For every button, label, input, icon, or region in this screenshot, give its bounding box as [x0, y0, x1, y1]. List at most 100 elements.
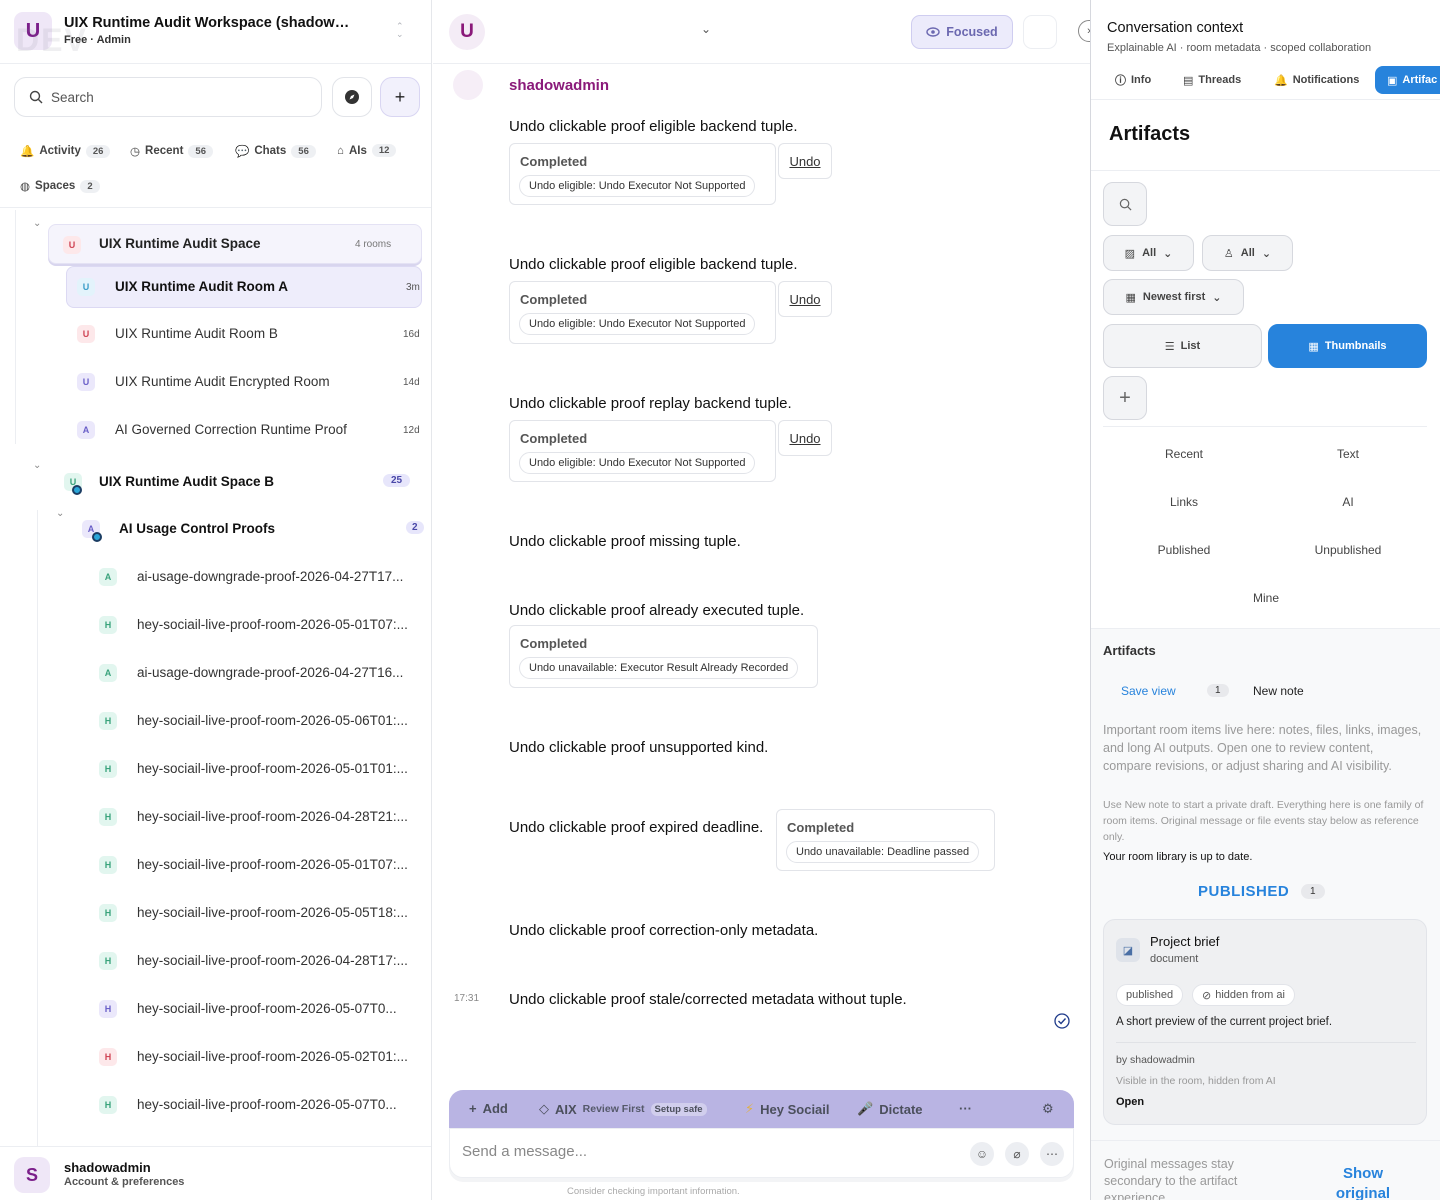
- room-item[interactable]: Hhey-sociail-live-proof-room-2026-05-02T…: [0, 1037, 431, 1077]
- filter-chip-recent[interactable]: Recent: [1124, 447, 1244, 461]
- open-artifact-button[interactable]: Open: [1116, 1096, 1144, 1108]
- message-text: Undo clickable proof expired deadline.: [509, 819, 764, 836]
- filter-count: 2: [80, 179, 100, 193]
- room-item[interactable]: Hhey-sociail-live-proof-room-2026-05-01T…: [0, 605, 431, 645]
- room-item[interactable]: Aai-usage-downgrade-proof-2026-04-27T17.…: [0, 557, 431, 597]
- chevron-up-down-icon[interactable]: ⌃ ⌄: [396, 22, 404, 39]
- aix-label: AIX: [555, 1101, 577, 1117]
- undo-button[interactable]: Undo: [778, 143, 832, 179]
- new-note-button[interactable]: New note: [1253, 684, 1304, 698]
- artifact-card-project-brief[interactable]: ◪ Project brief document published ⊘ hidd…: [1103, 919, 1427, 1125]
- room-item[interactable]: Hhey-sociail-live-proof-room-2026-04-28T…: [0, 797, 431, 837]
- dictate-button[interactable]: 🎤 Dictate: [857, 1101, 923, 1117]
- emoji-icon[interactable]: ☺: [970, 1142, 994, 1166]
- artifact-search-button[interactable]: [1103, 182, 1147, 226]
- type-filter-dropdown[interactable]: ▨ All ⌄: [1103, 235, 1194, 271]
- tab-artifacts[interactable]: ▣ Artifac: [1375, 66, 1440, 94]
- room-label: AI Governed Correction Runtime Proof: [115, 422, 347, 437]
- filter-chip-links[interactable]: Links: [1124, 495, 1244, 509]
- room-item-room-b[interactable]: U UIX Runtime Audit Room B 16d: [0, 314, 431, 354]
- filter-tab-recent[interactable]: ◷ Recent 56: [130, 144, 213, 158]
- undo-button[interactable]: Undo: [778, 420, 832, 456]
- gear-icon[interactable]: ⚙: [1042, 1101, 1054, 1117]
- tab-threads[interactable]: ▤ Threads: [1183, 66, 1241, 94]
- room-item[interactable]: Hhey-sociail-live-proof-room-2026-05-01T…: [0, 749, 431, 789]
- shield-icon: ◇: [539, 1101, 549, 1116]
- room-item[interactable]: Hhey-sociail-live-proof-room-2026-05-05T…: [0, 893, 431, 933]
- filter-chip-unpublished[interactable]: Unpublished: [1288, 543, 1408, 557]
- status-badge: Undo eligible: Undo Executor Not Support…: [519, 313, 756, 335]
- filter-chip-mine[interactable]: Mine: [1206, 591, 1326, 605]
- filter-chip-ai[interactable]: AI: [1288, 495, 1408, 509]
- subspace-item-ai-usage[interactable]: A AI Usage Control Proofs: [0, 509, 431, 549]
- status-badge: Undo unavailable: Executor Result Alread…: [519, 657, 799, 679]
- attachment-icon[interactable]: ⌀: [1005, 1142, 1029, 1166]
- filter-tab-activity[interactable]: 🔔 Activity 26: [20, 144, 111, 158]
- focused-mode-button[interactable]: Focused: [911, 15, 1013, 49]
- room-avatar: H: [99, 616, 117, 634]
- workspace-plan: Free · Admin: [64, 34, 131, 46]
- room-item[interactable]: Hhey-sociail-live-proof-room-2026-05-01T…: [0, 845, 431, 885]
- room-item-encrypted-room[interactable]: U UIX Runtime Audit Encrypted Room 14d: [0, 362, 431, 402]
- more-options-button[interactable]: ···: [959, 1101, 972, 1116]
- account-preferences-link[interactable]: Account & preferences: [64, 1176, 184, 1188]
- filter-tab-chats[interactable]: 💬 Chats 56: [235, 144, 316, 158]
- filter-tab-ais[interactable]: ⌂ AIs 12: [337, 144, 397, 157]
- search-field[interactable]: [14, 77, 322, 117]
- artifact-visibility: Visible in the room, hidden from AI: [1116, 1075, 1276, 1087]
- action-status-card: Completed Undo eligible: Undo Executor No…: [509, 281, 776, 344]
- undo-button[interactable]: Undo: [778, 281, 832, 317]
- search-icon: [1119, 198, 1131, 210]
- user-footer[interactable]: S shadowadmin Account & preferences: [0, 1146, 431, 1200]
- aix-review-button[interactable]: ◇ AIX Review First Setup safe: [539, 1101, 707, 1117]
- online-dot-icon: [72, 485, 82, 495]
- room-item[interactable]: Aai-usage-downgrade-proof-2026-04-27T16.…: [0, 653, 431, 693]
- room-item[interactable]: Hhey-sociail-live-proof-room-2026-05-07T…: [0, 989, 431, 1029]
- filter-label: AIs: [348, 144, 367, 157]
- hey-sociail-button[interactable]: ⚡ Hey Sociail: [745, 1101, 830, 1117]
- space-room-count: 4 rooms: [355, 239, 392, 250]
- room-item[interactable]: Hhey-sociail-live-proof-room-2026-05-07T…: [0, 1085, 431, 1125]
- new-chat-button[interactable]: +: [380, 77, 420, 117]
- view-list-button[interactable]: ☰ List: [1103, 324, 1262, 368]
- status-title: Completed: [520, 154, 588, 169]
- add-button[interactable]: + Add: [469, 1101, 508, 1116]
- message-input[interactable]: [462, 1143, 942, 1160]
- sort-dropdown[interactable]: ▦ Newest first ⌄: [1103, 279, 1244, 315]
- info-icon: ⓘ: [1115, 75, 1126, 87]
- space-item-uix-runtime-audit-space[interactable]: U UIX Runtime Audit Space 4 rooms: [48, 224, 422, 264]
- artifact-preview: A short preview of the current project b…: [1116, 1016, 1333, 1028]
- message-text: Undo clickable proof stale/corrected met…: [509, 991, 907, 1008]
- filter-chip-text[interactable]: Text: [1288, 447, 1408, 461]
- original-messages-note: Original messages stay secondary to the …: [1104, 1157, 1238, 1200]
- workspace-header[interactable]: U DEV UIX Runtime Audit Workspace (shado…: [0, 0, 431, 64]
- space-item-space-b[interactable]: U UIX Runtime Audit Space B: [0, 462, 431, 502]
- show-original-button[interactable]: Show original: [1335, 1164, 1391, 1200]
- more-icon[interactable]: ⋯: [1040, 1142, 1064, 1166]
- owner-filter-dropdown[interactable]: ♙ All ⌄: [1202, 235, 1293, 271]
- message-text: Undo clickable proof missing tuple.: [509, 533, 741, 550]
- room-item[interactable]: Hhey-sociail-live-proof-room-2026-05-06T…: [0, 701, 431, 741]
- add-artifact-button[interactable]: +: [1103, 376, 1147, 420]
- header-action-button[interactable]: [1023, 15, 1057, 49]
- room-item-ai-governed[interactable]: A AI Governed Correction Runtime Proof 1…: [0, 410, 431, 450]
- tab-notifications[interactable]: 🔔 Notifications: [1274, 66, 1359, 94]
- message-author[interactable]: shadowadmin: [509, 77, 609, 94]
- room-label: hey-sociail-live-proof-room-2026-05-07T0…: [137, 1097, 397, 1112]
- tab-info[interactable]: ⓘ Info: [1115, 66, 1151, 94]
- room-item-room-a[interactable]: U UIX Runtime Audit Room A 3m: [66, 266, 422, 308]
- artifacts-help: Use New note to start a private draft. E…: [1103, 799, 1424, 843]
- search-input[interactable]: [51, 89, 291, 105]
- room-item[interactable]: Hhey-sociail-live-proof-room-2026-04-28T…: [0, 941, 431, 981]
- explore-button[interactable]: [332, 77, 372, 117]
- filter-chip-published[interactable]: Published: [1124, 543, 1244, 557]
- chevron-down-icon[interactable]: ⌄: [33, 218, 41, 229]
- pill-label: hidden from ai: [1215, 989, 1285, 1001]
- filter-tabs: 🔔 Activity 26 ◷ Recent 56 💬 Chats 56 ⌂ AIs 12 ◍ S…: [0, 130, 431, 208]
- room-avatar[interactable]: U: [449, 14, 485, 50]
- view-thumbnails-button[interactable]: ▦ Thumbnails: [1268, 324, 1427, 368]
- chevron-down-icon[interactable]: ⌄: [701, 22, 711, 36]
- filter-tab-spaces[interactable]: ◍ Spaces 2: [20, 179, 100, 193]
- action-status-card: Completed Undo unavailable: Deadline pass…: [776, 809, 995, 871]
- save-view-button[interactable]: Save view: [1121, 684, 1176, 698]
